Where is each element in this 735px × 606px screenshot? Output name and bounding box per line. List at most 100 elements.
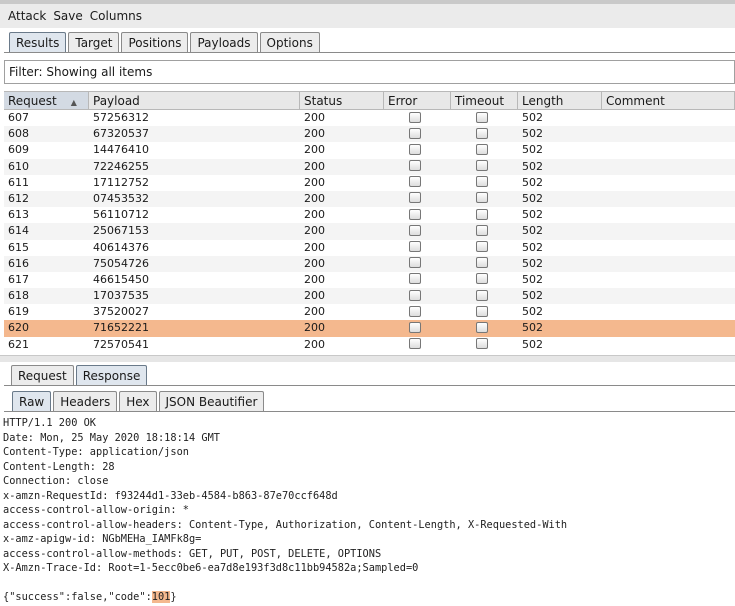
cell-comment [602, 142, 735, 158]
timeout-checkbox[interactable] [475, 289, 488, 301]
cell-status: 200 [304, 208, 325, 222]
table-row[interactable]: 618 17037535 200 502 [4, 288, 735, 305]
timeout-checkbox[interactable] [475, 143, 488, 155]
cell-status: 200 [304, 175, 325, 189]
error-checkbox[interactable] [408, 111, 421, 123]
timeout-checkbox[interactable] [475, 176, 488, 188]
table-row[interactable]: 616 75054726 200 502 [4, 255, 735, 272]
cell-comment [602, 288, 735, 304]
cell-error [384, 240, 451, 256]
table-row[interactable]: 620 71652221 200 502 [4, 320, 735, 337]
error-checkbox[interactable] [408, 257, 421, 269]
error-checkbox[interactable] [408, 338, 421, 350]
error-checkbox[interactable] [408, 143, 421, 155]
tab-results[interactable]: Results [9, 32, 67, 52]
cell-request: 613 [8, 208, 29, 222]
view-tab-bar: Raw Headers Hex JSON Beautifier [12, 391, 266, 411]
cell-request: 618 [8, 289, 29, 303]
menu-attack[interactable]: Attack [8, 9, 46, 23]
cell-payload: 40614376 [93, 240, 149, 254]
table-row[interactable]: 621 72570541 200 502 [4, 337, 735, 353]
column-header-request[interactable]: Request ▲ [4, 92, 89, 109]
cell-length: 502 [522, 240, 543, 254]
timeout-checkbox[interactable] [475, 160, 488, 172]
tab-json-beautifier[interactable]: JSON Beautifier [158, 391, 265, 411]
tab-raw[interactable]: Raw [12, 391, 52, 411]
response-body: {"success":false,"code":101} [3, 590, 733, 605]
column-header-status[interactable]: Status [300, 92, 384, 109]
column-header-timeout[interactable]: Timeout [451, 92, 518, 109]
error-checkbox[interactable] [408, 305, 421, 317]
timeout-checkbox[interactable] [475, 192, 488, 204]
tab-payloads[interactable]: Payloads [190, 32, 258, 52]
cell-status: 200 [304, 159, 325, 173]
table-row[interactable]: 613 56110712 200 502 [4, 207, 735, 223]
table-row[interactable]: 615 40614376 200 502 [4, 240, 735, 256]
timeout-checkbox[interactable] [475, 241, 488, 252]
filter-bar[interactable]: Filter: Showing all items [4, 60, 735, 84]
cell-request: 617 [8, 272, 29, 286]
response-line: Content-Length: 28 [3, 460, 115, 473]
table-row[interactable]: 617 46615450 200 502 [4, 272, 735, 288]
tab-target[interactable]: Target [68, 32, 120, 52]
error-checkbox[interactable] [408, 321, 421, 333]
timeout-checkbox[interactable] [475, 273, 488, 285]
timeout-checkbox[interactable] [475, 111, 488, 123]
table-row[interactable]: 614 25067153 200 502 [4, 223, 735, 240]
error-checkbox[interactable] [408, 127, 421, 139]
cell-error [384, 126, 451, 142]
tab-headers[interactable]: Headers [53, 391, 118, 411]
cell-request: 615 [8, 240, 29, 254]
cell-timeout [451, 110, 518, 126]
column-header-payload[interactable]: Payload [89, 92, 300, 109]
cell-payload: 25067153 [93, 224, 149, 238]
error-checkbox[interactable] [408, 273, 421, 285]
column-header-error[interactable]: Error [384, 92, 451, 109]
response-line [3, 576, 733, 591]
cell-error [384, 272, 451, 288]
timeout-checkbox[interactable] [475, 127, 488, 139]
cell-request: 611 [8, 175, 29, 189]
cell-status: 200 [304, 111, 325, 124]
error-checkbox[interactable] [408, 176, 421, 188]
cell-request: 620 [8, 321, 29, 335]
timeout-checkbox[interactable] [475, 321, 488, 333]
error-checkbox[interactable] [408, 241, 421, 252]
cell-status: 200 [304, 191, 325, 205]
cell-comment [602, 272, 735, 288]
error-checkbox[interactable] [408, 208, 421, 220]
table-row[interactable]: 608 67320537 200 502 [4, 126, 735, 143]
timeout-checkbox[interactable] [475, 224, 488, 236]
cell-timeout [451, 223, 518, 239]
cell-error [384, 304, 451, 320]
error-checkbox[interactable] [408, 160, 421, 172]
column-header-length[interactable]: Length [518, 92, 602, 109]
error-checkbox[interactable] [408, 289, 421, 301]
menu-save[interactable]: Save [53, 9, 82, 23]
table-row[interactable]: 611 17112752 200 502 [4, 175, 735, 191]
table-row[interactable]: 612 07453532 200 502 [4, 190, 735, 208]
cell-comment [602, 110, 735, 126]
error-checkbox[interactable] [408, 224, 421, 236]
cell-error [384, 191, 451, 207]
tab-request[interactable]: Request [11, 365, 74, 385]
cell-request: 614 [8, 224, 29, 238]
response-line: HTTP/1.1 200 OK [3, 417, 96, 429]
table-row[interactable]: 619 37520027 200 502 [4, 304, 735, 320]
menu-columns[interactable]: Columns [90, 9, 142, 23]
column-header-comment[interactable]: Comment [602, 92, 735, 109]
timeout-checkbox[interactable] [475, 305, 488, 317]
tab-options[interactable]: Options [259, 32, 320, 52]
timeout-checkbox[interactable] [475, 208, 488, 220]
tab-response[interactable]: Response [75, 365, 148, 385]
response-raw-view[interactable]: HTTP/1.1 200 OK Date: Mon, 25 May 2020 18… [3, 416, 733, 605]
table-row[interactable]: 607 57256312 200 502 [4, 110, 735, 126]
timeout-checkbox[interactable] [475, 257, 488, 269]
split-pane-divider[interactable] [0, 355, 735, 362]
table-row[interactable]: 610 72246255 200 502 [4, 158, 735, 175]
tab-positions[interactable]: Positions [121, 32, 189, 52]
timeout-checkbox[interactable] [475, 338, 488, 350]
tab-hex[interactable]: Hex [119, 391, 157, 411]
error-checkbox[interactable] [408, 192, 421, 204]
table-row[interactable]: 609 14476410 200 502 [4, 142, 735, 158]
